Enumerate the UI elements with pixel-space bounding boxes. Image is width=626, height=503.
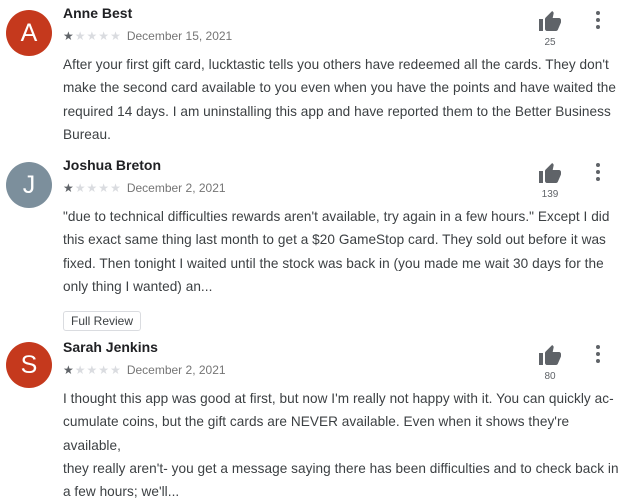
thumbs-up-icon[interactable]: [537, 344, 563, 368]
star-empty-icon: ★: [86, 363, 98, 377]
review-text-line: a few hours; we'll...: [63, 484, 180, 500]
avatar: S: [6, 342, 52, 388]
thumbs-up-icon[interactable]: [537, 10, 563, 34]
star-empty-icon: ★: [74, 29, 86, 43]
review-date: December 2, 2021: [126, 181, 226, 195]
review-text-line: "due to technical difficulties rewards a…: [63, 209, 610, 224]
review-text-line: only thing I wanted) an...: [63, 278, 213, 294]
helpful-count: 25: [544, 37, 556, 48]
star-empty-icon: ★: [86, 29, 98, 43]
review-text-line: Bureau.: [63, 126, 111, 142]
star-filled-icon: ★: [63, 363, 74, 377]
reviewer-name: Joshua Breton: [63, 157, 162, 173]
review-text: "due to technical difficulties rewards a…: [63, 205, 623, 298]
star-rating: ★ ★ ★ ★ ★: [63, 182, 122, 194]
more-options-icon[interactable]: [593, 10, 603, 30]
review-text-line: I thought this app was good at first, bu…: [63, 391, 614, 406]
more-options-icon[interactable]: [593, 162, 603, 182]
review-text-line: make the second card available to you ev…: [63, 80, 616, 96]
star-empty-icon: ★: [110, 181, 121, 195]
full-review-button[interactable]: Full Review: [63, 311, 142, 331]
review-text-line: fixed. Then tonight I waited until the s…: [63, 255, 604, 271]
star-empty-icon: ★: [110, 363, 121, 377]
star-rating: ★ ★ ★ ★ ★: [63, 30, 122, 42]
review-text: After your first gift card, lucktastic t…: [63, 53, 623, 146]
star-filled-icon: ★: [63, 29, 74, 43]
star-rating: ★ ★ ★ ★ ★: [63, 364, 122, 376]
review-text-line: After your first gift card, lucktastic t…: [63, 57, 609, 72]
review-date: December 2, 2021: [126, 363, 226, 377]
thumbs-up-icon[interactable]: [537, 162, 563, 186]
helpful-count: 80: [544, 371, 556, 382]
star-empty-icon: ★: [110, 29, 121, 43]
review-text-line: they really aren't- you get a message sa…: [63, 460, 619, 476]
star-empty-icon: ★: [98, 181, 110, 195]
review-text: I thought this app was good at first, bu…: [63, 387, 623, 503]
helpful-count: 139: [541, 189, 559, 200]
star-empty-icon: ★: [98, 363, 110, 377]
star-filled-icon: ★: [63, 181, 74, 195]
star-empty-icon: ★: [86, 181, 98, 195]
reviewer-name: Anne Best: [63, 5, 133, 21]
review-text-line: this exact same thing last month to get …: [63, 232, 606, 248]
review-text-line: cumulate coins, but the gift cards are N…: [63, 414, 570, 453]
review-meta: ★ ★ ★ ★ ★ December 2, 2021: [63, 181, 226, 195]
star-empty-icon: ★: [98, 29, 110, 43]
review-text-line: required 14 days. I am uninstalling this…: [63, 103, 611, 119]
review-meta: ★ ★ ★ ★ ★ December 2, 2021: [63, 363, 226, 377]
reviewer-name: Sarah Jenkins: [63, 339, 158, 355]
avatar: A: [6, 10, 52, 56]
more-options-icon[interactable]: [593, 344, 603, 364]
star-empty-icon: ★: [74, 181, 86, 195]
avatar: J: [6, 162, 52, 208]
star-empty-icon: ★: [74, 363, 86, 377]
review-meta: ★ ★ ★ ★ ★ December 15, 2021: [63, 29, 232, 43]
review-date: December 15, 2021: [126, 29, 233, 43]
